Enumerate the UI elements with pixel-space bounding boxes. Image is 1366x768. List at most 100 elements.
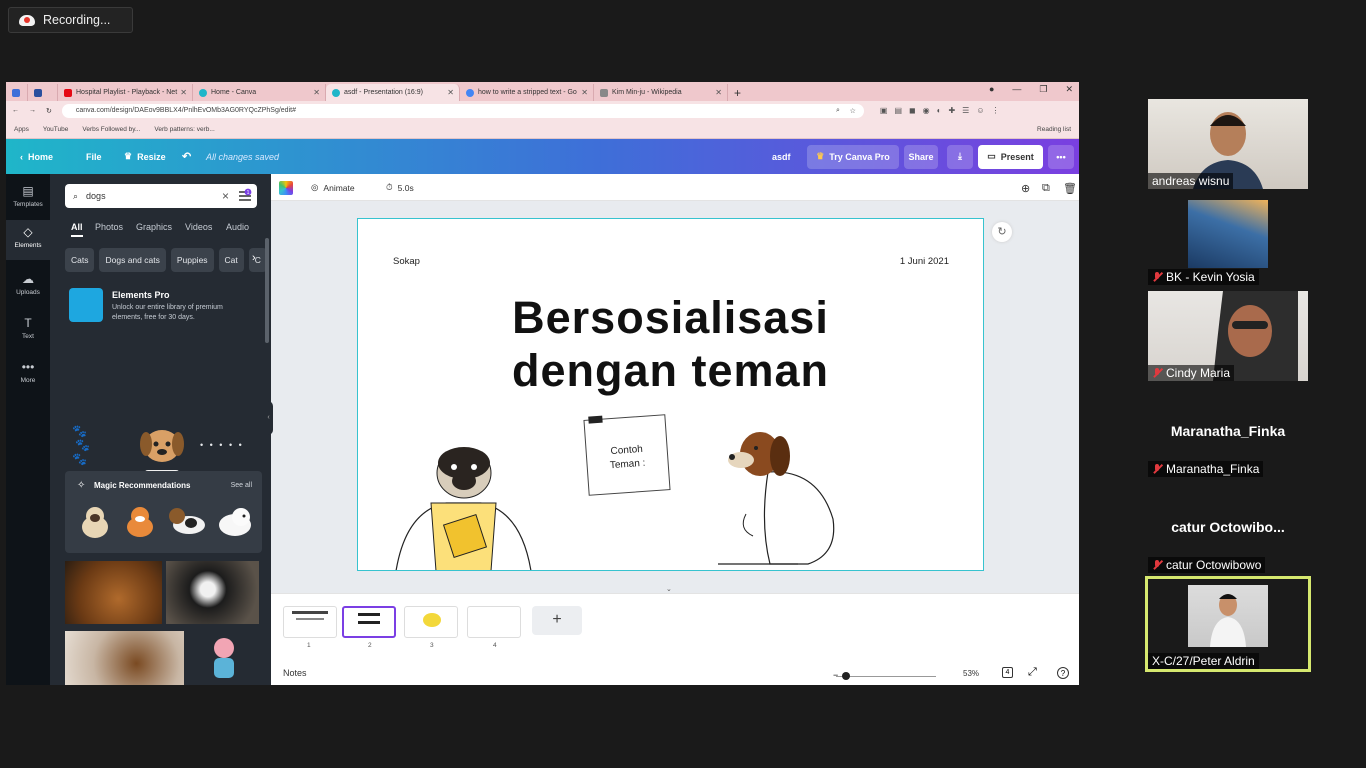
participant-tile-peter[interactable]: X-C/27/Peter Aldrin xyxy=(1145,576,1311,672)
reading-list-icon[interactable]: ☰ xyxy=(962,106,969,115)
sticky-note[interactable]: Contoh Teman : xyxy=(583,414,671,496)
fullscreen-icon[interactable]: ⤢ xyxy=(1028,666,1037,679)
extension-icon[interactable]: ▣ xyxy=(880,106,888,115)
rail-elements[interactable]: ◇ Elements xyxy=(6,220,50,260)
help-icon[interactable]: ? xyxy=(1057,667,1069,679)
slide-left-text[interactable]: Sokap xyxy=(393,256,420,267)
beagle-character-illustration[interactable] xyxy=(708,424,848,571)
extension-icon[interactable]: ◐ xyxy=(937,106,942,115)
collapse-panel-button[interactable]: ‹ xyxy=(264,401,273,435)
participant-tile-kevin[interactable]: BK - Kevin Yosia xyxy=(1148,195,1308,285)
border-collie-photo[interactable] xyxy=(166,561,259,624)
bookmark-verbs-followed[interactable]: Verbs Followed by... xyxy=(82,126,140,133)
puzzle-icon[interactable]: ✚ xyxy=(948,106,955,115)
participant-tile-andreas[interactable]: andreas wisnu xyxy=(1148,99,1308,189)
download-button[interactable]: ⤓ xyxy=(947,144,973,169)
shiba-sticker[interactable] xyxy=(120,501,160,541)
puppy-photo[interactable] xyxy=(65,631,184,685)
restore-button[interactable]: ❐ xyxy=(1039,84,1047,95)
tab-pinned-2[interactable] xyxy=(28,84,58,101)
rail-text[interactable]: T Text xyxy=(6,316,50,340)
chip-dogs-and-cats[interactable]: Dogs and cats xyxy=(99,248,166,272)
chips-next-icon[interactable]: › xyxy=(252,252,256,264)
pug-character-illustration[interactable] xyxy=(386,441,536,571)
more-options-button[interactable]: ••• xyxy=(1048,144,1074,169)
filter-tab-photos[interactable]: Photos xyxy=(95,222,123,232)
dog-face-photo[interactable] xyxy=(65,561,162,624)
reading-list-button[interactable]: Reading list xyxy=(1037,126,1071,133)
profile-icon[interactable]: ☺ xyxy=(976,106,984,115)
bookmark-apps[interactable]: Apps xyxy=(14,126,29,133)
reload-icon[interactable]: ↻ xyxy=(46,107,52,115)
search-input[interactable]: ⌕ dogs × 1 xyxy=(65,184,257,208)
recording-indicator[interactable]: Recording... xyxy=(8,7,133,33)
extension-icon[interactable]: ◼ xyxy=(909,106,916,115)
duration-button[interactable]: ⏱ 5.0s xyxy=(386,182,414,193)
filter-tab-videos[interactable]: Videos xyxy=(185,222,212,232)
minimize-button[interactable]: — xyxy=(1012,84,1021,95)
chip-cats[interactable]: Cats xyxy=(65,248,95,272)
pug-sticker[interactable] xyxy=(75,501,115,541)
rail-more[interactable]: ••• More xyxy=(6,360,50,384)
bookmark-verb-patterns[interactable]: Verb patterns: verb... xyxy=(154,126,214,133)
tab-canva-home[interactable]: Home - Canva ✕ xyxy=(193,84,326,101)
close-window-button[interactable]: ✕ xyxy=(1065,84,1073,95)
paw-prints-graphic[interactable]: 🐾 🐾 🐾 xyxy=(72,424,112,474)
zoom-slider-handle[interactable] xyxy=(842,672,850,680)
page-thumbnail-3[interactable] xyxy=(404,606,458,638)
page-thumbnail-4[interactable] xyxy=(467,606,521,638)
hide-pages-icon[interactable]: ⌄ xyxy=(666,585,672,593)
delete-page-icon[interactable]: 🗑 xyxy=(1063,182,1077,195)
filter-tab-all[interactable]: All xyxy=(71,222,83,237)
animate-button[interactable]: ◎ Animate xyxy=(311,182,355,193)
see-all-link[interactable]: See all xyxy=(231,482,252,489)
add-page-button[interactable]: + xyxy=(532,606,582,635)
try-canva-pro-button[interactable]: ♛ Try Canva Pro xyxy=(807,144,899,169)
home-button[interactable]: ‹ Home xyxy=(20,152,53,162)
close-tab-icon[interactable]: ✕ xyxy=(715,88,722,97)
share-button[interactable]: Share xyxy=(904,144,938,169)
slide-canvas[interactable]: Sokap 1 Juni 2021 Bersosialisasi dengan t… xyxy=(357,218,984,571)
present-button[interactable]: ▭ Present xyxy=(978,144,1043,169)
panel-scrollbar[interactable] xyxy=(265,238,269,343)
white-dog-sticker[interactable] xyxy=(213,501,257,541)
resize-button[interactable]: ♛ Resize xyxy=(124,151,166,162)
undo-button[interactable]: ↶ xyxy=(182,150,191,163)
color-picker-icon[interactable] xyxy=(279,181,293,195)
zoom-percentage[interactable]: 53% xyxy=(963,669,979,678)
rail-uploads[interactable]: ☁ Uploads xyxy=(6,272,50,296)
filter-tab-audio[interactable]: Audio xyxy=(226,222,249,232)
extension-icon[interactable]: ▤ xyxy=(894,106,902,115)
bookmark-youtube[interactable]: YouTube xyxy=(43,126,69,133)
tab-wikipedia[interactable]: Kim Min-ju - Wikipedia ✕ xyxy=(594,84,728,101)
zoom-out-icon[interactable]: − xyxy=(833,670,838,680)
participant-tile-maranatha[interactable]: Maranatha_Finka Maranatha_Finka xyxy=(1148,387,1308,477)
page-count-button[interactable]: 4 xyxy=(1002,667,1013,678)
filter-icon[interactable]: 1 xyxy=(237,188,253,204)
add-page-icon[interactable]: ⊕ xyxy=(1021,182,1030,195)
tab-netflix[interactable]: Hospital Playlist - Playback - Net ✕ xyxy=(58,84,193,101)
page-thumbnail-2[interactable] xyxy=(342,606,396,638)
participant-tile-cindy[interactable]: Cindy Maria xyxy=(1148,291,1308,381)
chip-puppies[interactable]: Puppies xyxy=(170,248,214,272)
duplicate-page-icon[interactable]: ⧉ xyxy=(1042,182,1050,195)
tab-pinned[interactable] xyxy=(6,84,28,101)
bookmark-star-icon[interactable]: ☆ xyxy=(850,107,856,115)
extension-icon[interactable]: ◉ xyxy=(923,106,930,115)
close-tab-icon[interactable]: ✕ xyxy=(180,88,187,97)
slide-date[interactable]: 1 Juni 2021 xyxy=(900,256,949,267)
close-tab-icon[interactable]: ✕ xyxy=(447,88,454,97)
rail-templates[interactable]: ▤ Templates xyxy=(6,184,50,208)
notes-button[interactable]: Notes xyxy=(283,668,307,678)
forward-icon[interactable]: → xyxy=(29,107,36,114)
elements-pro-promo[interactable]: Elements Pro Unlock our entire library o… xyxy=(69,288,259,328)
zoom-slider-track[interactable] xyxy=(836,676,936,677)
slide-title[interactable]: Bersosialisasi dengan teman xyxy=(358,291,983,397)
document-name[interactable]: asdf xyxy=(772,152,791,162)
tab-canva-design[interactable]: asdf - Presentation (16:9) ✕ xyxy=(326,84,460,101)
close-tab-icon[interactable]: ✕ xyxy=(581,88,588,97)
close-tab-icon[interactable]: ✕ xyxy=(313,88,320,97)
browser-menu-icon[interactable]: ⋮ xyxy=(992,106,1000,115)
paw-trail-graphic[interactable]: • • • • • xyxy=(200,440,260,450)
chip-cat[interactable]: Cat xyxy=(218,248,244,272)
